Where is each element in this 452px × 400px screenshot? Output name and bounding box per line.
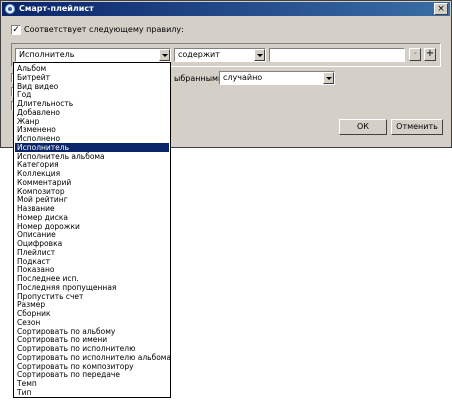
dropdown-option[interactable]: Размер [15,300,169,309]
dropdown-option[interactable]: Комментарий [15,178,169,187]
dropdown-option[interactable]: Длительность [15,99,169,108]
operator-select[interactable]: содержит [174,48,266,62]
field-select-value: Исполнитель [19,50,75,59]
dropdown-option[interactable]: Подкаст [15,257,169,266]
dropdown-option[interactable]: Категория [15,160,169,169]
dropdown-option[interactable]: Оцифровка [15,239,169,248]
app-icon [5,4,15,14]
rule-value-input[interactable] [269,48,405,62]
dropdown-option[interactable]: Описание [15,230,169,239]
dropdown-option[interactable]: Исполнитель [15,142,169,152]
dropdown-option[interactable]: Название [15,204,169,213]
chevron-down-icon[interactable] [254,49,265,61]
dropdown-option[interactable]: Плейлист [15,248,169,257]
dropdown-option[interactable]: Сортировать по передаче [15,370,169,379]
dropdown-option[interactable]: Добавлено [15,108,169,117]
dropdown-option[interactable]: Исполнитель альбома [15,152,169,161]
dropdown-option[interactable]: Сортировать по альбому [15,327,169,336]
dropdown-option[interactable]: Последнее исп. [15,274,169,283]
title-bar[interactable]: Смарт-плейлист × [2,2,450,16]
chevron-down-icon[interactable] [323,72,334,84]
ok-button[interactable]: ОК [339,119,387,135]
order-select-value: случайно [223,73,263,82]
match-rule-checkbox[interactable]: ✓ [11,25,21,35]
field-dropdown-list[interactable]: Альбом Битрейт Вид видео Год Длительность Доб… [13,62,171,398]
dropdown-option[interactable]: Сортировать по композитору [15,362,169,371]
selected-by-label: ыбранными [174,74,224,83]
dropdown-option[interactable]: Коллекция [15,169,169,178]
dropdown-option[interactable]: Темп [15,379,169,388]
dropdown-option[interactable]: Тип [15,388,169,397]
dropdown-option[interactable]: Мой рейтинг [15,195,169,204]
dropdown-option[interactable]: Альбом [15,64,169,73]
field-select[interactable]: Исполнитель [15,48,171,62]
operator-select-value: содержит [178,50,220,59]
dropdown-option[interactable]: Сортировать по имени [15,335,169,344]
dropdown-option[interactable]: Показано [15,265,169,274]
remove-rule-button[interactable]: - [409,48,421,61]
dropdown-option[interactable]: Композитор [15,187,169,196]
window-title: Смарт-плейлист [19,4,94,13]
dropdown-option[interactable]: Номер дорожки [15,222,169,231]
add-rule-button[interactable]: + [424,48,436,61]
dropdown-option[interactable]: Жанр [15,117,169,126]
dropdown-option[interactable]: Вид видео [15,82,169,91]
order-select[interactable]: случайно [219,71,335,85]
dropdown-option[interactable]: Номер диска [15,213,169,222]
chevron-down-icon[interactable] [159,49,170,61]
dropdown-option[interactable]: Сборник [15,309,169,318]
dropdown-option[interactable]: Изменено [15,125,169,134]
dropdown-option[interactable]: Битрейт [15,73,169,82]
dropdown-option[interactable]: Сортировать по исполнителю альбома [15,353,171,362]
dropdown-option[interactable]: Пропустить счет [15,292,169,301]
dropdown-option[interactable]: Сезон [15,318,169,327]
dropdown-option[interactable]: Последняя пропущенная [15,283,169,292]
close-button[interactable]: × [434,3,448,15]
dropdown-option[interactable]: Сортировать по исполнителю [15,344,169,353]
dropdown-option[interactable]: Год [15,90,169,99]
match-rule-label: Соответствует следующему правилу: [24,25,184,34]
cancel-button[interactable]: Отменить [391,119,443,135]
dropdown-option[interactable]: Исполнено [15,134,169,143]
